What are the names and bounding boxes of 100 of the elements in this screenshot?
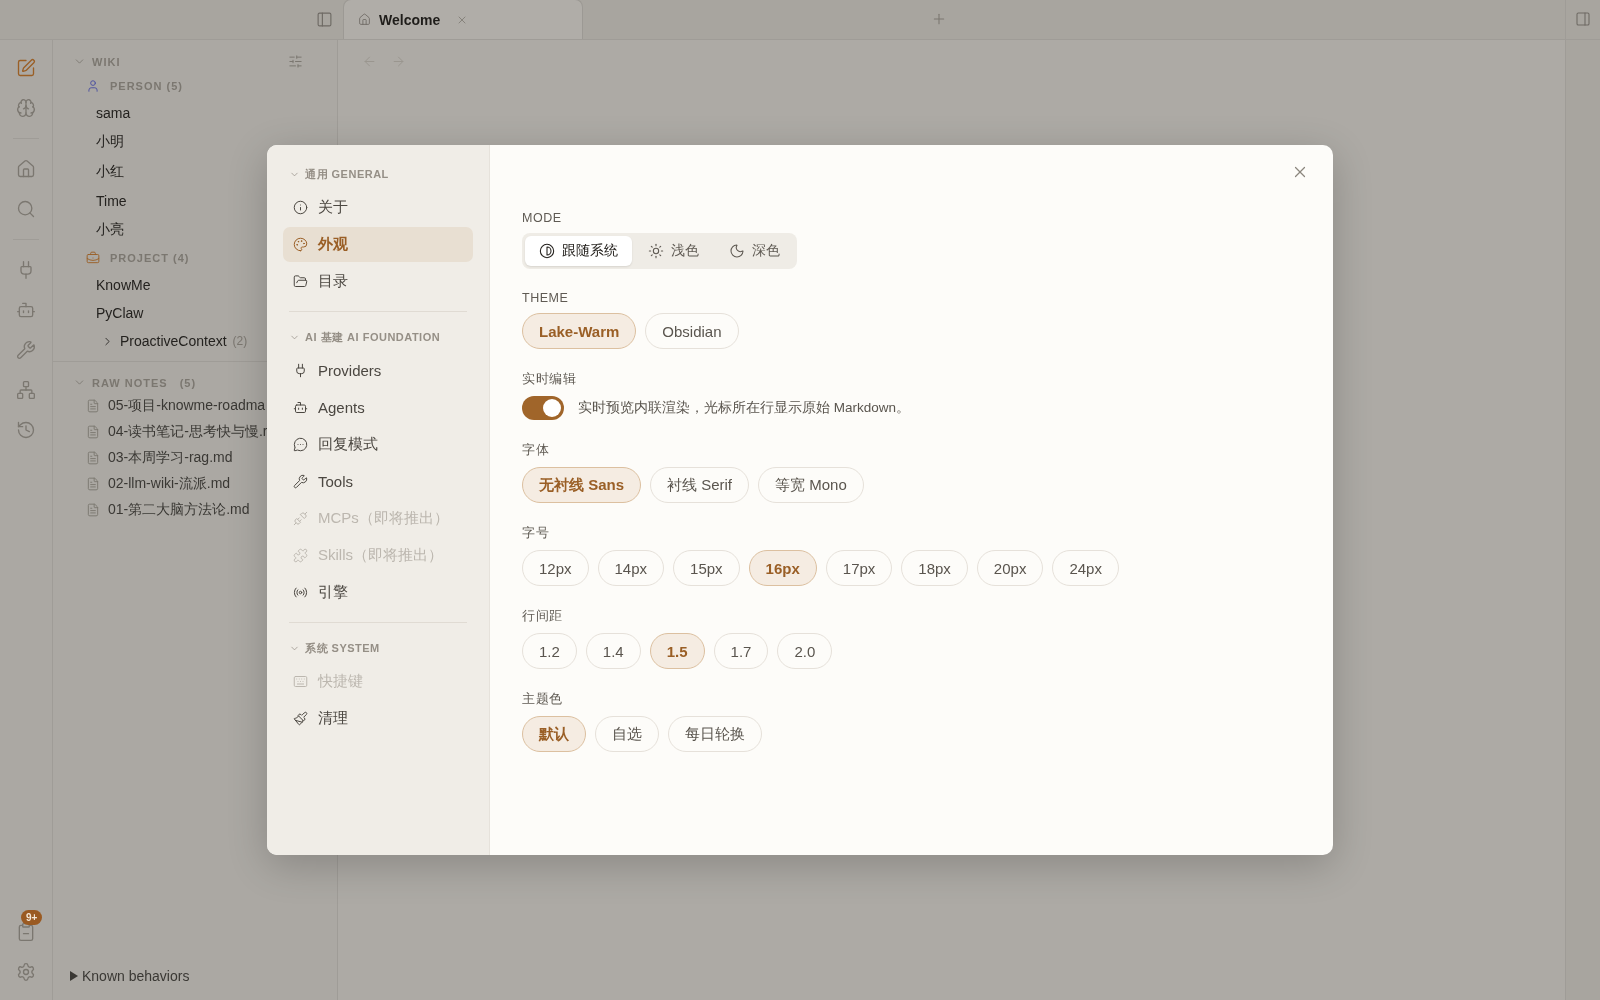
nav-section-title: 通用 GENERAL bbox=[305, 167, 389, 182]
count-badge: 9+ bbox=[21, 910, 43, 925]
option-label: 跟随系统 bbox=[562, 242, 618, 260]
contrast-icon bbox=[539, 243, 555, 259]
option-chip[interactable]: 衬线 Serif bbox=[650, 467, 750, 503]
file-name[interactable]: 04-读书笔记-思考快与慢.r bbox=[108, 423, 268, 441]
nav-label: 引擎 bbox=[318, 583, 348, 602]
palette-icon bbox=[293, 237, 308, 252]
option-chip[interactable]: 无衬线 Sans bbox=[522, 467, 642, 503]
nav-label: 快捷键 bbox=[318, 672, 363, 691]
moon-icon bbox=[729, 243, 745, 259]
nav-section-title: 系统 SYSTEM bbox=[305, 641, 380, 656]
nav-label: 回复模式 bbox=[318, 435, 378, 454]
disclosure-label[interactable]: Known behaviors bbox=[82, 968, 190, 984]
option-chip[interactable]: 2.0 bbox=[777, 633, 833, 669]
nav-label: Skills（即将推出） bbox=[318, 546, 443, 565]
nav-item[interactable]: Tools bbox=[283, 464, 473, 499]
option-chip[interactable]: 16px bbox=[748, 550, 817, 586]
option-chip[interactable]: 1.4 bbox=[585, 633, 641, 669]
option-chip[interactable]: 17px bbox=[825, 550, 893, 586]
mode-option[interactable]: 浅色 bbox=[634, 236, 713, 266]
robot-icon bbox=[293, 400, 308, 415]
broadcast-icon bbox=[293, 585, 308, 600]
section-label: 行间距 bbox=[522, 608, 563, 625]
settings-icon bbox=[16, 962, 36, 982]
nav-label: Tools bbox=[318, 473, 354, 490]
file-name[interactable]: 03-本周学习-rag.md bbox=[108, 449, 233, 467]
section-label: 字号 bbox=[522, 525, 549, 542]
sun-icon bbox=[648, 243, 664, 259]
option-label: 浅色 bbox=[671, 242, 699, 260]
item-label: ProactiveContext bbox=[120, 333, 227, 349]
briefcase-icon bbox=[86, 251, 100, 265]
info-icon bbox=[293, 200, 308, 215]
search-icon bbox=[16, 199, 36, 219]
option-chip[interactable]: 18px bbox=[901, 550, 968, 586]
file-name[interactable]: 05-项目-knowme-roadma bbox=[108, 397, 266, 415]
option-chip[interactable]: 20px bbox=[976, 550, 1044, 586]
robot-icon bbox=[16, 300, 36, 320]
plug-icon bbox=[293, 511, 308, 526]
setting-description: 实时预览内联渲染，光标所在行显示原始 Markdown。 bbox=[578, 399, 911, 417]
tree-item[interactable]: sama bbox=[53, 99, 337, 127]
home-icon bbox=[16, 159, 36, 179]
panel-right-icon bbox=[1575, 11, 1591, 27]
nav-item[interactable]: 回复模式 bbox=[283, 427, 473, 462]
option-chip[interactable]: Obsidian bbox=[645, 313, 739, 349]
chat-icon bbox=[293, 437, 308, 452]
edit-icon bbox=[16, 58, 36, 78]
nav-label: MCPs（即将推出） bbox=[318, 509, 449, 528]
tree-item[interactable]: 小明 bbox=[53, 127, 337, 157]
file-name[interactable]: 02-llm-wiki-流派.md bbox=[108, 475, 231, 493]
file-icon bbox=[86, 425, 100, 439]
nav-item[interactable]: 外观 bbox=[283, 227, 473, 262]
option-chip[interactable]: 自选 bbox=[595, 716, 659, 752]
section-label: 字体 bbox=[522, 442, 549, 459]
person-icon bbox=[86, 79, 100, 93]
nav-label: 外观 bbox=[318, 235, 348, 254]
file-icon bbox=[86, 477, 100, 491]
option-chip[interactable]: 每日轮换 bbox=[668, 716, 762, 752]
option-label: 深色 bbox=[752, 242, 780, 260]
nav-item[interactable]: 引擎 bbox=[283, 575, 473, 610]
nav-label: Providers bbox=[318, 362, 382, 379]
nav-item[interactable]: Agents bbox=[283, 390, 473, 425]
plug-icon bbox=[293, 363, 308, 378]
option-chip[interactable]: 默认 bbox=[522, 716, 586, 752]
file-name[interactable]: 01-第二大脑方法论.md bbox=[108, 501, 250, 519]
option-chip[interactable]: 24px bbox=[1052, 550, 1119, 586]
nav-label: 关于 bbox=[318, 198, 348, 217]
folder-icon bbox=[293, 274, 308, 289]
brain-icon bbox=[16, 98, 36, 118]
sidebar-toggle-icon bbox=[316, 10, 333, 28]
nav-label: Agents bbox=[318, 399, 365, 416]
add-tab-icon bbox=[931, 11, 947, 27]
tab-label: Welcome bbox=[379, 11, 441, 28]
home-icon bbox=[358, 13, 371, 26]
option-chip[interactable]: 1.7 bbox=[713, 633, 769, 669]
notes-icon bbox=[16, 922, 36, 942]
brush-icon bbox=[293, 711, 308, 726]
option-chip[interactable]: 1.2 bbox=[522, 633, 577, 669]
nav-item[interactable]: Providers bbox=[283, 353, 473, 388]
file-icon bbox=[86, 451, 100, 465]
filter-icon bbox=[288, 54, 303, 69]
wrench-icon bbox=[293, 474, 308, 489]
option-chip[interactable]: 14px bbox=[597, 550, 665, 586]
mode-option[interactable]: 跟随系统 bbox=[525, 236, 632, 266]
nav-item[interactable]: 关于 bbox=[283, 190, 473, 225]
section-label: 实时编辑 bbox=[522, 371, 576, 388]
file-icon bbox=[86, 399, 100, 413]
option-chip[interactable]: 15px bbox=[673, 550, 740, 586]
option-chip[interactable]: 1.5 bbox=[649, 633, 705, 669]
mode-option[interactable]: 深色 bbox=[715, 236, 794, 266]
toggle-switch[interactable] bbox=[522, 396, 564, 420]
option-chip[interactable]: 12px bbox=[522, 550, 589, 586]
editor-tab[interactable]: Welcome bbox=[343, 0, 583, 39]
option-chip[interactable]: Lake-Warm bbox=[522, 313, 637, 349]
option-chip[interactable]: 等宽 Mono bbox=[758, 467, 864, 503]
history-icon bbox=[16, 420, 36, 440]
nav-section-title: AI 基建 AI FOUNDATION bbox=[305, 330, 441, 345]
nav-item[interactable]: 清理 bbox=[283, 701, 473, 736]
nav-item[interactable]: 目录 bbox=[283, 264, 473, 299]
wrench-icon bbox=[16, 340, 36, 360]
